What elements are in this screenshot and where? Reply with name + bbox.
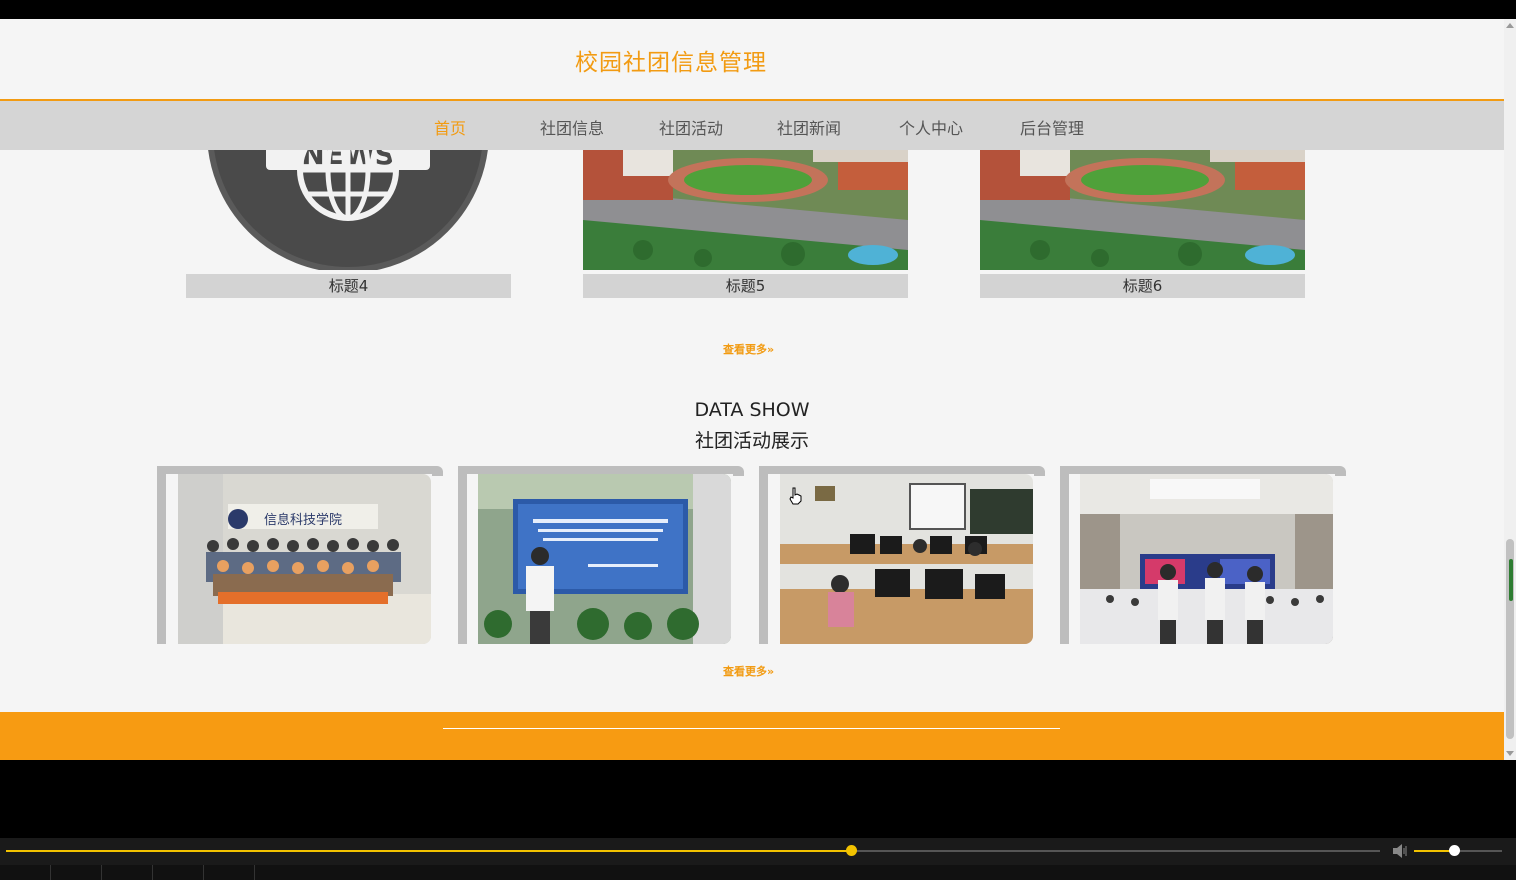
scroll-up-icon[interactable] [1506, 23, 1514, 28]
scrollbar-marker [1509, 559, 1513, 601]
news-caption: 标题5 [583, 274, 908, 298]
web-page: 校园社团信息管理 首页 社团信息 社团活动 社团新闻 个人中心 后台管理 NEW… [0, 19, 1504, 760]
group-photo: 信息科技学院 [178, 474, 431, 644]
news-card[interactable]: 标题5 [583, 150, 908, 298]
toolbar-separator [50, 865, 51, 880]
card-side [157, 466, 166, 644]
volume-fill [1414, 850, 1454, 852]
data-show-title-en: DATA SHOW [694, 399, 810, 421]
data-show-more-link[interactable]: 查看更多» [723, 663, 774, 679]
news-card[interactable]: NEWS 标题4 [186, 150, 511, 298]
more-label: 查看更多 [723, 665, 767, 678]
news-caption: 标题6 [980, 274, 1305, 298]
footer-divider [443, 728, 1060, 729]
toolbar-separator [152, 865, 153, 880]
volume-slider[interactable] [1414, 845, 1502, 856]
main-nav: 首页 社团信息 社团活动 社团新闻 个人中心 后台管理 [0, 99, 1504, 150]
banner-photo [478, 474, 731, 644]
nav-item-personal-center[interactable]: 个人中心 [899, 115, 963, 139]
data-show-title-cn: 社团活动展示 [694, 430, 809, 452]
card-side [1060, 466, 1069, 644]
news-card[interactable]: 标题6 [980, 150, 1305, 298]
card-side [458, 466, 467, 644]
progress-bar[interactable] [6, 845, 1380, 856]
hand-cursor-icon [789, 487, 802, 505]
footer [0, 712, 1504, 760]
scroll-down-icon[interactable] [1506, 751, 1514, 756]
site-title: 校园社团信息管理 [575, 50, 767, 76]
nav-item-club-news[interactable]: 社团新闻 [777, 115, 841, 139]
campus-aerial-image [583, 150, 908, 270]
show-card[interactable] [458, 466, 744, 644]
computer-lab-photo [780, 474, 1033, 644]
progress-knob[interactable] [846, 845, 857, 856]
toolbar-separator [254, 865, 255, 880]
volume-icon[interactable] [1392, 843, 1408, 859]
player-toolbar [0, 865, 1516, 880]
video-player-bar [0, 838, 1516, 880]
news-globe-icon: NEWS [186, 150, 511, 270]
volume-knob[interactable] [1448, 845, 1460, 856]
page-scrollbar[interactable] [1504, 19, 1516, 760]
nav-item-club-activities[interactable]: 社团活动 [659, 115, 723, 139]
news-more-link[interactable]: 查看更多» [723, 341, 774, 357]
svg-text:信息科技学院: 信息科技学院 [264, 512, 342, 528]
campus-aerial-image [980, 150, 1305, 270]
show-card[interactable] [1060, 466, 1346, 644]
show-card[interactable]: 信息科技学院 [157, 466, 443, 644]
nav-item-admin[interactable]: 后台管理 [1020, 115, 1084, 139]
conference-photo [1080, 474, 1333, 644]
screen: 校园社团信息管理 首页 社团信息 社团活动 社团新闻 个人中心 后台管理 NEW… [0, 0, 1516, 880]
progress-fill [6, 850, 851, 852]
toolbar-separator [101, 865, 102, 880]
card-side [759, 466, 768, 644]
toolbar-separator [203, 865, 204, 880]
double-chevron-right-icon: » [767, 343, 775, 356]
double-chevron-right-icon: » [767, 665, 775, 678]
nav-item-home[interactable]: 首页 [434, 115, 466, 139]
nav-item-club-info[interactable]: 社团信息 [540, 115, 604, 139]
more-label: 查看更多 [723, 343, 767, 356]
news-caption: 标题4 [186, 274, 511, 298]
